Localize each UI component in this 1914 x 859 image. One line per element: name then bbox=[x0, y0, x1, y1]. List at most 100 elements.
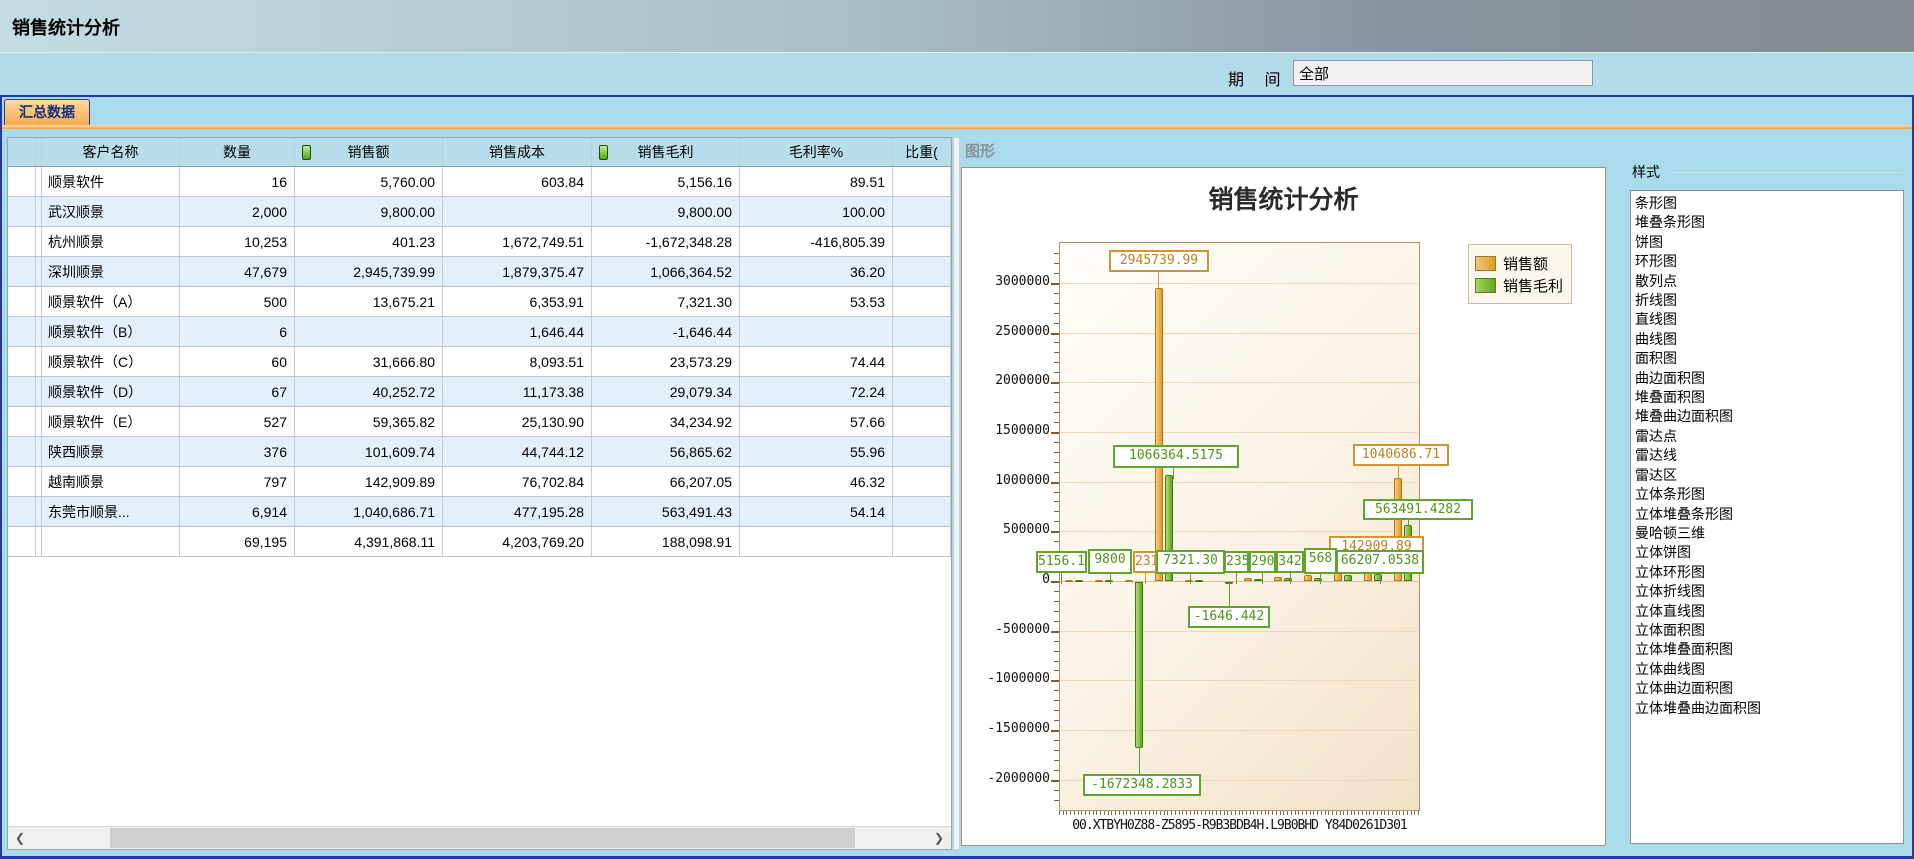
chart-group-label: 图形 bbox=[965, 140, 995, 161]
style-list-item[interactable]: 立体堆叠条形图 bbox=[1631, 505, 1903, 524]
style-list-item[interactable]: 立体曲线图 bbox=[1631, 660, 1903, 679]
column-header[interactable]: 销售毛利 bbox=[592, 138, 740, 166]
style-list-item[interactable]: 环形图 bbox=[1631, 252, 1903, 271]
x-axis-tick bbox=[1182, 811, 1183, 815]
chart-title: 销售统计分析 bbox=[962, 180, 1605, 216]
y-axis-tick bbox=[1054, 790, 1059, 791]
table-row[interactable]: 顺景软件（D）6740,252.7211,173.3829,079.3472.2… bbox=[8, 377, 951, 407]
x-axis-tick bbox=[1325, 811, 1326, 815]
style-list-item[interactable]: 折线图 bbox=[1631, 291, 1903, 310]
y-axis-tick bbox=[1054, 293, 1059, 294]
table-cell: 23,573.29 bbox=[592, 347, 740, 376]
table-row[interactable]: 顺景软件（A）50013,675.216,353.917,321.3053.53 bbox=[8, 287, 951, 317]
chart-box: 销售统计分析 00.XTBYH0Z88-Z5895-R9B3BDB4H.L9B0… bbox=[961, 167, 1606, 846]
style-list-item[interactable]: 堆叠面积图 bbox=[1631, 388, 1903, 407]
table-row[interactable]: 武汉顺景2,0009,800.009,800.00100.00 bbox=[8, 197, 951, 227]
table-cell: 69,195 bbox=[180, 527, 295, 556]
table-cell: 25,130.90 bbox=[443, 407, 592, 436]
style-list-item[interactable]: 面积图 bbox=[1631, 349, 1903, 368]
column-header[interactable]: 销售成本 bbox=[443, 138, 592, 166]
x-axis-tick bbox=[1354, 811, 1355, 815]
style-list-item[interactable]: 雷达区 bbox=[1631, 466, 1903, 485]
style-list-item[interactable]: 立体直线图 bbox=[1631, 602, 1903, 621]
style-list-item[interactable]: 立体堆叠曲边面积图 bbox=[1631, 699, 1903, 718]
table-cell: 72.24 bbox=[740, 377, 893, 406]
table-row[interactable]: 东莞市顺景...6,9141,040,686.71477,195.28563,4… bbox=[8, 497, 951, 527]
table-row[interactable]: 越南顺景797142,909.8976,702.8466,207.0546.32 bbox=[8, 467, 951, 497]
table-row[interactable]: 顺景软件（E）52759,365.8225,130.9034,234.9257.… bbox=[8, 407, 951, 437]
column-header[interactable]: 客户名称 bbox=[42, 138, 180, 166]
style-list-item[interactable]: 堆叠曲边面积图 bbox=[1631, 407, 1903, 426]
table-cell: 31,666.80 bbox=[295, 347, 443, 376]
style-list-item[interactable]: 直线图 bbox=[1631, 310, 1903, 329]
table-cell: 1,646.44 bbox=[443, 317, 592, 346]
x-axis-tick bbox=[1340, 811, 1341, 815]
data-label-callout: -1646.442 bbox=[1188, 606, 1270, 628]
table-cell: 101,609.74 bbox=[295, 437, 443, 466]
style-list-item[interactable]: 立体折线图 bbox=[1631, 582, 1903, 601]
x-axis-tick bbox=[1149, 811, 1150, 815]
period-input[interactable] bbox=[1293, 60, 1593, 86]
sales-bar bbox=[1185, 580, 1193, 582]
profit-bar bbox=[1195, 580, 1203, 582]
y-axis-tick bbox=[1054, 472, 1059, 473]
style-list-item[interactable]: 曼哈顿三维 bbox=[1631, 524, 1903, 543]
x-axis-tick bbox=[1201, 811, 1202, 815]
scroll-right-button[interactable]: ❯ bbox=[929, 827, 949, 849]
profit-legend-label: 销售毛利 bbox=[1503, 275, 1563, 296]
vertical-scrollbar[interactable] bbox=[953, 137, 960, 850]
x-axis-tick bbox=[1089, 811, 1090, 815]
table-row[interactable]: 顺景软件（B）61,646.44-1,646.44 bbox=[8, 317, 951, 347]
scroll-left-button[interactable]: ❮ bbox=[10, 827, 30, 849]
row-indicator-cell bbox=[8, 527, 36, 556]
scrollbar-thumb[interactable] bbox=[110, 828, 855, 848]
table-cell: 6,353.91 bbox=[443, 287, 592, 316]
table-row[interactable]: 顺景软件165,760.00603.845,156.1689.51 bbox=[8, 167, 951, 197]
table-cell: 越南顺景 bbox=[42, 467, 180, 496]
style-list-item[interactable]: 立体条形图 bbox=[1631, 485, 1903, 504]
tab-summary-data[interactable]: 汇总数据 bbox=[4, 99, 90, 125]
style-list-item[interactable]: 立体饼图 bbox=[1631, 543, 1903, 562]
column-header[interactable]: 比重( bbox=[893, 138, 951, 166]
profit-bar bbox=[1135, 582, 1143, 748]
style-list-item[interactable]: 曲边面积图 bbox=[1631, 369, 1903, 388]
table-cell: 1,040,686.71 bbox=[295, 497, 443, 526]
y-axis-tick bbox=[1054, 273, 1059, 274]
table-row[interactable]: 杭州顺景10,253401.231,672,749.51-1,672,348.2… bbox=[8, 227, 951, 257]
x-axis-tick bbox=[1138, 811, 1139, 815]
style-list-item[interactable]: 雷达线 bbox=[1631, 446, 1903, 465]
table-row[interactable]: 69,1954,391,868.114,203,769.20188,098.91 bbox=[8, 527, 951, 557]
style-list-item[interactable]: 堆叠条形图 bbox=[1631, 213, 1903, 232]
x-axis-tick bbox=[1310, 811, 1311, 815]
column-header[interactable]: 数量 bbox=[180, 138, 295, 166]
y-axis-tick bbox=[1054, 342, 1059, 343]
y-axis-tick bbox=[1054, 641, 1059, 642]
y-axis-tick bbox=[1051, 432, 1059, 434]
style-list-item[interactable]: 条形图 bbox=[1631, 194, 1903, 213]
table-row[interactable]: 陕西顺景376101,609.7444,744.1256,865.6255.96 bbox=[8, 437, 951, 467]
y-axis-tick bbox=[1054, 710, 1059, 711]
y-axis-tick bbox=[1054, 402, 1059, 403]
gridline bbox=[1060, 581, 1418, 582]
table-cell: 1,672,749.51 bbox=[443, 227, 592, 256]
style-list-item[interactable]: 雷达点 bbox=[1631, 427, 1903, 446]
style-list-item[interactable]: 立体环形图 bbox=[1631, 563, 1903, 582]
x-axis-tick bbox=[1399, 811, 1400, 815]
x-axis-tick bbox=[1078, 811, 1079, 815]
style-list-item[interactable]: 立体曲边面积图 bbox=[1631, 679, 1903, 698]
style-list-item[interactable]: 曲线图 bbox=[1631, 330, 1903, 349]
style-list-item[interactable]: 饼图 bbox=[1631, 233, 1903, 252]
table-cell: 5,760.00 bbox=[295, 167, 443, 196]
column-header[interactable]: 销售额 bbox=[295, 138, 443, 166]
table-cell: 4,203,769.20 bbox=[443, 527, 592, 556]
y-axis-tick bbox=[1054, 670, 1059, 671]
style-list-item[interactable]: 立体堆叠面积图 bbox=[1631, 640, 1903, 659]
chart-style-listbox[interactable]: 条形图堆叠条形图饼图环形图散列点折线图直线图曲线图面积图曲边面积图堆叠面积图堆叠… bbox=[1630, 190, 1904, 844]
style-list-item[interactable]: 立体面积图 bbox=[1631, 621, 1903, 640]
table-row[interactable]: 深圳顺景47,6792,945,739.991,879,375.471,066,… bbox=[8, 257, 951, 287]
style-list-item[interactable]: 散列点 bbox=[1631, 272, 1903, 291]
row-indicator-cell bbox=[8, 227, 36, 256]
horizontal-scrollbar[interactable]: ❮ ❯ bbox=[8, 826, 951, 849]
column-header[interactable]: 毛利率% bbox=[740, 138, 893, 166]
table-row[interactable]: 顺景软件（C）6031,666.808,093.5123,573.2974.44 bbox=[8, 347, 951, 377]
